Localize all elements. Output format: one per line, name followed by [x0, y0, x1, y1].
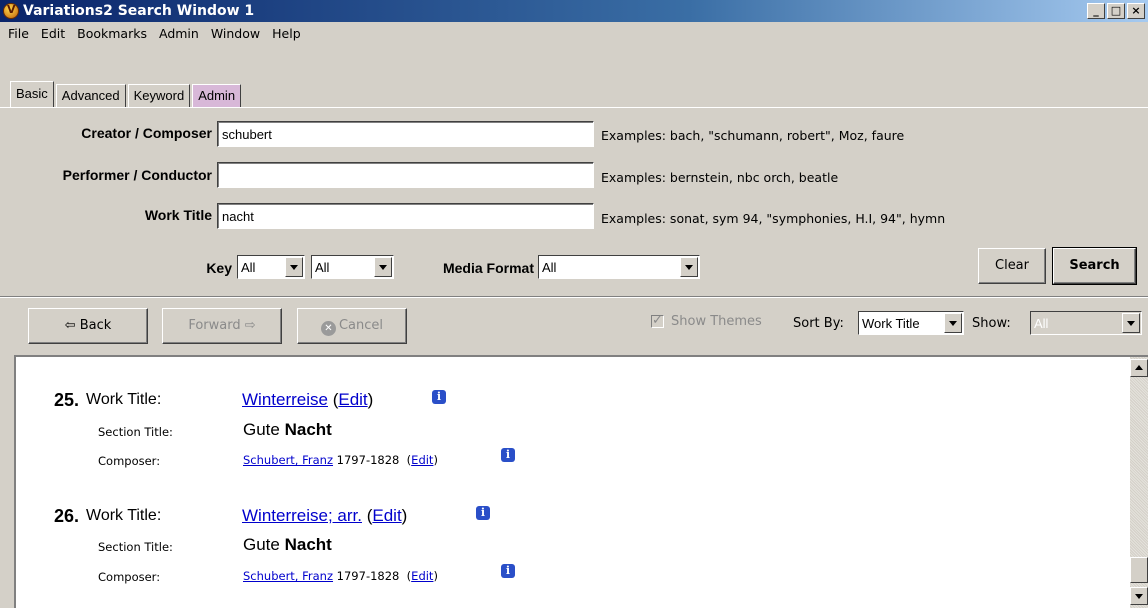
close-button[interactable]: ×: [1127, 3, 1145, 19]
work-title-link-text[interactable]: Winterreise; arr.: [242, 506, 362, 525]
results-pane: 25. Work Title: Winterreise (Edit) i Sec…: [14, 355, 1148, 608]
tab-advanced[interactable]: Advanced: [55, 84, 126, 108]
work-title-example: Examples: sonat, sym 94, "symphonies, H.…: [601, 211, 946, 226]
search-tabs: Basic Advanced Keyword Admin: [10, 81, 243, 108]
show-select[interactable]: All: [1030, 311, 1142, 335]
menu-file[interactable]: File: [4, 26, 37, 41]
section-title-plain: Gute: [243, 535, 280, 554]
edit-link[interactable]: Edit: [372, 506, 401, 525]
sort-by-value: Work Title: [862, 316, 920, 331]
menu-bookmarks[interactable]: Bookmarks: [73, 26, 155, 41]
edit-link[interactable]: Edit: [338, 390, 367, 409]
result-number: 25.: [54, 390, 80, 410]
tab-admin[interactable]: Admin: [192, 84, 242, 108]
section-title-bold: Nacht: [284, 420, 332, 439]
composer-value: Schubert, Franz 1797-1828 (Edit): [243, 569, 438, 583]
section-title-bold: Nacht: [284, 535, 332, 554]
work-title-link-text[interactable]: Winterreise: [242, 390, 328, 409]
work-title-link[interactable]: Winterreise (Edit): [242, 390, 373, 410]
composer-label: Composer:: [98, 454, 161, 468]
result-number: 26.: [54, 506, 80, 526]
performer-input[interactable]: [217, 162, 594, 188]
show-value: All: [1034, 316, 1049, 331]
show-themes-label: Show Themes: [671, 314, 762, 329]
composer-edit-link[interactable]: Edit: [411, 453, 433, 467]
scroll-thumb[interactable]: [1130, 557, 1148, 583]
minimize-button[interactable]: _: [1087, 3, 1105, 19]
composer-dates: 1797-1828: [336, 453, 400, 467]
performer-example: Examples: bernstein, nbc orch, beatle: [601, 170, 839, 185]
menu-edit[interactable]: Edit: [37, 26, 73, 41]
menu-admin[interactable]: Admin: [155, 26, 207, 41]
info-icon[interactable]: i: [432, 390, 446, 404]
info-icon[interactable]: i: [476, 506, 490, 520]
menu-bar: File Edit Bookmarks Admin Window Help: [0, 22, 1148, 44]
scroll-up-icon[interactable]: [1130, 359, 1148, 377]
section-title-plain: Gute: [243, 420, 280, 439]
window-title: Variations2 Search Window 1: [23, 3, 255, 19]
composer-edit-link[interactable]: Edit: [411, 569, 433, 583]
tab-keyword[interactable]: Keyword: [127, 84, 191, 108]
maximize-button[interactable]: □: [1107, 3, 1125, 19]
chevron-down-icon[interactable]: [1122, 313, 1140, 333]
menu-help[interactable]: Help: [268, 26, 309, 41]
composer-dates: 1797-1828: [336, 569, 400, 583]
show-themes-checkbox[interactable]: [651, 312, 664, 328]
forward-button[interactable]: Forward ⇨: [162, 308, 282, 344]
back-button[interactable]: ⇦ Back: [28, 308, 148, 344]
info-icon[interactable]: i: [501, 564, 515, 578]
search-window: Variations2 Search Window 1 _ □ × File E…: [0, 0, 1148, 608]
variations-logo-icon: [3, 3, 19, 19]
section-title-label: Section Title:: [98, 425, 173, 439]
chevron-down-icon[interactable]: [944, 313, 962, 333]
performer-label: Performer / Conductor: [62, 167, 212, 183]
section-title-label: Section Title:: [98, 540, 173, 554]
cancel-button[interactable]: ✕ Cancel: [297, 308, 407, 344]
sort-by-select[interactable]: Work Title: [858, 311, 964, 335]
creator-label: Creator / Composer: [81, 125, 212, 141]
composer-value: Schubert, Franz 1797-1828 (Edit): [243, 453, 438, 467]
composer-label: Composer:: [98, 570, 161, 584]
form-separator: [0, 296, 1148, 298]
section-title-value: Gute Nacht: [243, 535, 332, 555]
work-title-link[interactable]: Winterreise; arr. (Edit): [242, 506, 407, 526]
media-format-value: All: [542, 260, 557, 275]
section-title-value: Gute Nacht: [243, 420, 332, 440]
cancel-icon: ✕: [320, 321, 336, 336]
work-title-field-label: Work Title:: [86, 507, 162, 524]
creator-example: Examples: bach, "schumann, robert", Moz,…: [601, 128, 905, 143]
sort-by-label: Sort By:: [793, 316, 844, 331]
work-title-label: Work Title: [144, 207, 212, 223]
composer-link[interactable]: Schubert, Franz: [243, 569, 333, 583]
key-select-1-value: All: [241, 260, 256, 275]
clear-button[interactable]: Clear: [978, 248, 1046, 284]
scroll-down-icon[interactable]: [1130, 587, 1148, 605]
search-button[interactable]: Search: [1052, 247, 1137, 285]
creator-input[interactable]: schubert: [217, 121, 594, 147]
chevron-down-icon[interactable]: [680, 257, 698, 277]
info-icon[interactable]: i: [501, 448, 515, 462]
work-title-input[interactable]: nacht: [217, 203, 594, 229]
key-select-1[interactable]: All: [237, 255, 305, 279]
tab-divider: [0, 107, 1148, 108]
tab-basic[interactable]: Basic: [10, 81, 54, 108]
cancel-label: Cancel: [338, 318, 384, 333]
menu-window[interactable]: Window: [207, 26, 268, 41]
show-label: Show:: [972, 316, 1011, 331]
media-format-select[interactable]: All: [538, 255, 700, 279]
results-scrollbar[interactable]: [1130, 357, 1148, 608]
work-title-field-label: Work Title:: [86, 391, 162, 408]
key-label: Key: [206, 260, 232, 276]
composer-link[interactable]: Schubert, Franz: [243, 453, 333, 467]
media-format-label: Media Format: [442, 260, 534, 276]
title-bar[interactable]: Variations2 Search Window 1 _ □ ×: [0, 0, 1148, 22]
